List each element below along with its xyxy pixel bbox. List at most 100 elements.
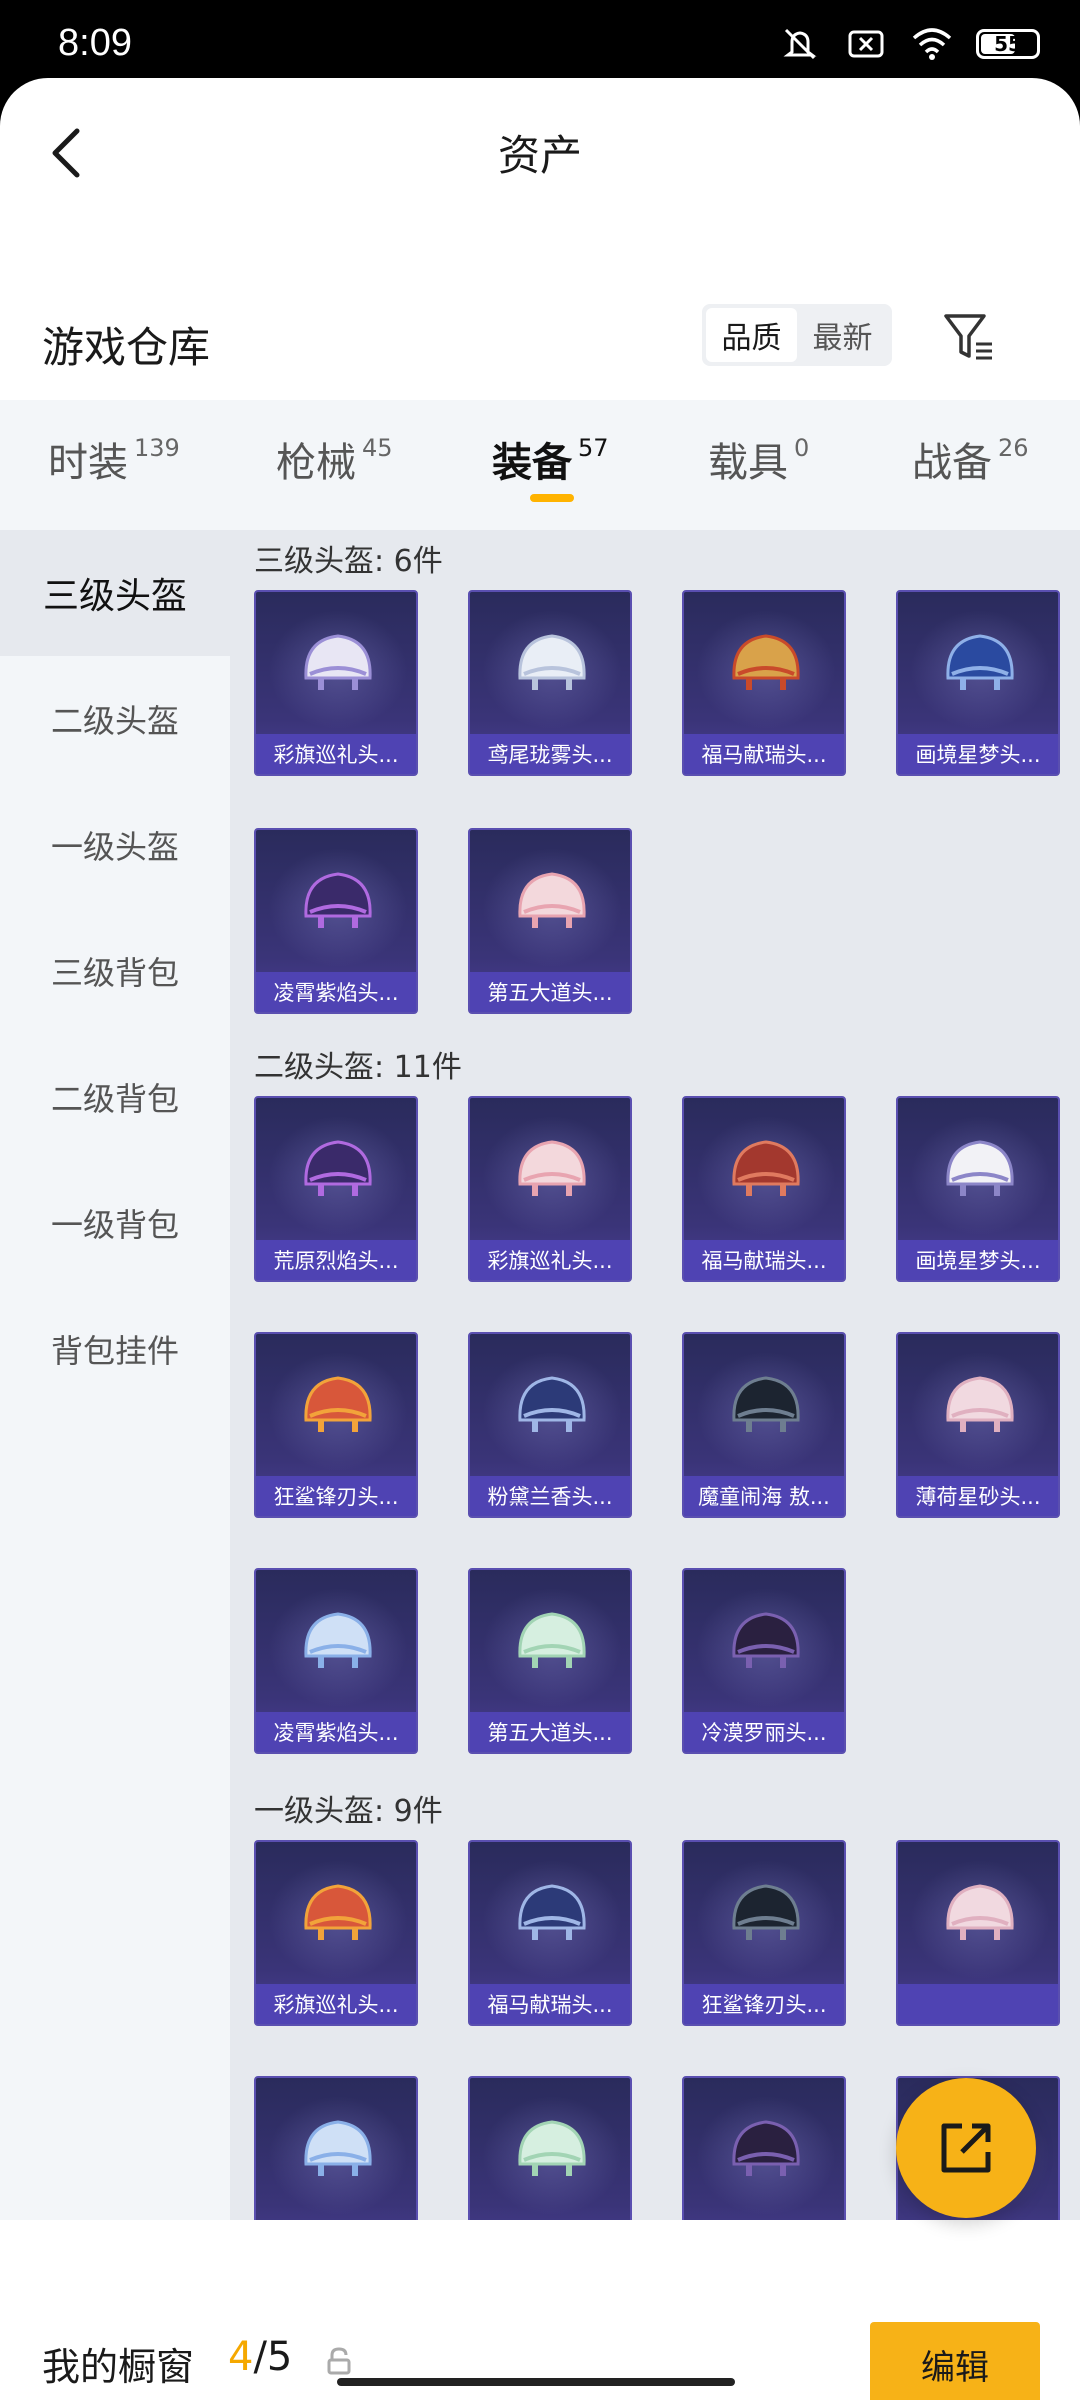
sidebar-item-level3-backpack[interactable]: 三级背包 — [0, 908, 230, 1034]
item-name: 彩旗巡礼头... — [256, 734, 416, 774]
helmet-icon — [938, 1364, 1022, 1448]
home-indicator[interactable] — [337, 2378, 735, 2386]
item-card[interactable]: 粉黛兰香头... — [468, 1332, 632, 1518]
tab-gear[interactable]: 战备 26 — [912, 430, 1029, 488]
filter-icon — [944, 314, 992, 360]
item-name: 彩旗巡礼头... — [256, 1984, 416, 2024]
sidebar-item-backpack-charm[interactable]: 背包挂件 — [0, 1286, 230, 1412]
tab-label: 战备 — [912, 440, 992, 486]
helmet-icon — [510, 2108, 594, 2192]
app-screen: 8:09 55 资产 游戏仓库 品质 最新 时装 139 枪械 45 装备 57… — [0, 0, 1080, 2400]
item-card[interactable]: 第五大道头... — [468, 1568, 632, 1754]
page-title: 资产 — [497, 131, 582, 180]
helmet-icon — [296, 2108, 380, 2192]
tab-label: 枪械 — [276, 440, 356, 486]
tab-count: 26 — [998, 434, 1029, 462]
assets-sheet: 资产 游戏仓库 品质 最新 时装 139 枪械 45 装备 57 载具 0 战备… — [0, 78, 1080, 2400]
item-grid: 三级头盔: 6件 二级头盔: 11件 一级头盔: 9件 彩旗巡礼头... 鸢尾珑雾… — [230, 530, 1080, 2220]
helmet-icon — [296, 622, 380, 706]
item-card[interactable]: 狂鲨锋刃头... — [682, 1840, 846, 2026]
item-name: 魔童闹海 敖... — [684, 1476, 844, 1516]
helmet-icon — [510, 860, 594, 944]
item-name: 凌霄紫焰头... — [256, 972, 416, 1012]
item-card[interactable]: 福马献瑞头... — [682, 590, 846, 776]
showcase-count: 4/5 — [228, 2334, 292, 2380]
item-name: 荒原烈焰头... — [256, 1240, 416, 1280]
item-card[interactable]: 第五大道头... — [468, 828, 632, 1014]
tab-weapons[interactable]: 枪械 45 — [276, 430, 393, 488]
section-title: 三级头盔: 6件 — [254, 544, 443, 579]
item-card[interactable]: 彩旗巡礼头... — [468, 1096, 632, 1282]
item-card[interactable] — [254, 2076, 418, 2220]
item-name: 画境星梦头... — [898, 734, 1058, 774]
item-card[interactable]: 凌霄紫焰头... — [254, 828, 418, 1014]
item-card[interactable]: 彩旗巡礼头... — [254, 1840, 418, 2026]
item-card[interactable]: 彩旗巡礼头... — [254, 590, 418, 776]
item-card[interactable]: 福马献瑞头... — [468, 1840, 632, 2026]
tab-count: 57 — [578, 434, 609, 462]
item-card[interactable]: 魔童闹海 敖... — [682, 1332, 846, 1518]
item-card[interactable] — [682, 2076, 846, 2220]
sidebar-item-level2-helmet[interactable]: 二级头盔 — [0, 656, 230, 782]
showcase-total: /5 — [253, 2334, 293, 2380]
item-name: 鸢尾珑雾头... — [470, 734, 630, 774]
section-title: 二级头盔: 11件 — [254, 1050, 462, 1085]
sort-newest-option[interactable]: 最新 — [797, 308, 888, 362]
tab-fashion[interactable]: 时装 139 — [48, 430, 180, 488]
sidebar-item-level1-helmet[interactable]: 一级头盔 — [0, 782, 230, 908]
item-card[interactable] — [896, 1840, 1060, 2026]
helmet-icon — [510, 1364, 594, 1448]
lock-icon — [327, 2347, 351, 2375]
tab-count: 45 — [362, 434, 393, 462]
helmet-icon — [296, 1128, 380, 1212]
section-title: 一级头盔: 9件 — [254, 1794, 443, 1829]
share-fab-button[interactable] — [896, 2078, 1036, 2218]
helmet-icon — [938, 622, 1022, 706]
no-sim-icon — [844, 26, 888, 62]
item-card[interactable]: 画境星梦头... — [896, 590, 1060, 776]
item-card[interactable]: 鸢尾珑雾头... — [468, 590, 632, 776]
helmet-icon — [510, 1872, 594, 1956]
item-card[interactable]: 荒原烈焰头... — [254, 1096, 418, 1282]
item-name: 粉黛兰香头... — [470, 1476, 630, 1516]
helmet-icon — [296, 860, 380, 944]
item-name: 福马献瑞头... — [684, 1240, 844, 1280]
helmet-icon — [938, 1872, 1022, 1956]
item-card[interactable]: 薄荷星砂头... — [896, 1332, 1060, 1518]
filter-button[interactable] — [940, 308, 1000, 368]
nav-bar: 资产 — [0, 78, 1080, 228]
helmet-icon — [296, 1364, 380, 1448]
item-card[interactable]: 画境星梦头... — [896, 1096, 1060, 1282]
sort-quality-option[interactable]: 品质 — [706, 308, 797, 362]
tab-count: 0 — [794, 434, 810, 462]
sidebar-item-level3-helmet[interactable]: 三级头盔 — [0, 530, 230, 656]
status-bar: 8:09 55 — [0, 0, 1080, 80]
item-name: 冷漠罗丽头... — [684, 1712, 844, 1752]
item-name: 福马献瑞头... — [684, 734, 844, 774]
helmet-icon — [510, 622, 594, 706]
wifi-icon — [910, 26, 954, 62]
tab-equipment[interactable]: 装备 57 — [492, 430, 609, 488]
item-name: 画境星梦头... — [898, 1240, 1058, 1280]
item-card[interactable]: 凌霄紫焰头... — [254, 1568, 418, 1754]
item-card[interactable]: 冷漠罗丽头... — [682, 1568, 846, 1754]
item-card[interactable] — [468, 2076, 632, 2220]
sidebar-item-level1-backpack[interactable]: 一级背包 — [0, 1160, 230, 1286]
edit-button[interactable]: 编辑 — [870, 2322, 1040, 2400]
sidebar-item-level2-backpack[interactable]: 二级背包 — [0, 1034, 230, 1160]
warehouse-header: 游戏仓库 品质 最新 — [0, 290, 1080, 390]
tab-vehicles[interactable]: 载具 0 — [708, 430, 809, 488]
helmet-icon — [510, 1600, 594, 1684]
item-name: 第五大道头... — [470, 1712, 630, 1752]
item-card[interactable]: 狂鲨锋刃头... — [254, 1332, 418, 1518]
warehouse-title: 游戏仓库 — [42, 323, 211, 372]
showcase-label: 我的橱窗 — [42, 2345, 195, 2389]
tab-label: 时装 — [48, 440, 128, 486]
item-card[interactable]: 福马献瑞头... — [682, 1096, 846, 1282]
helmet-icon — [296, 1872, 380, 1956]
tab-count: 139 — [134, 434, 180, 462]
battery-level: 55 — [994, 32, 1022, 56]
item-name: 薄荷星砂头... — [898, 1476, 1058, 1516]
helmet-icon — [296, 1600, 380, 1684]
helmet-icon — [510, 1128, 594, 1212]
